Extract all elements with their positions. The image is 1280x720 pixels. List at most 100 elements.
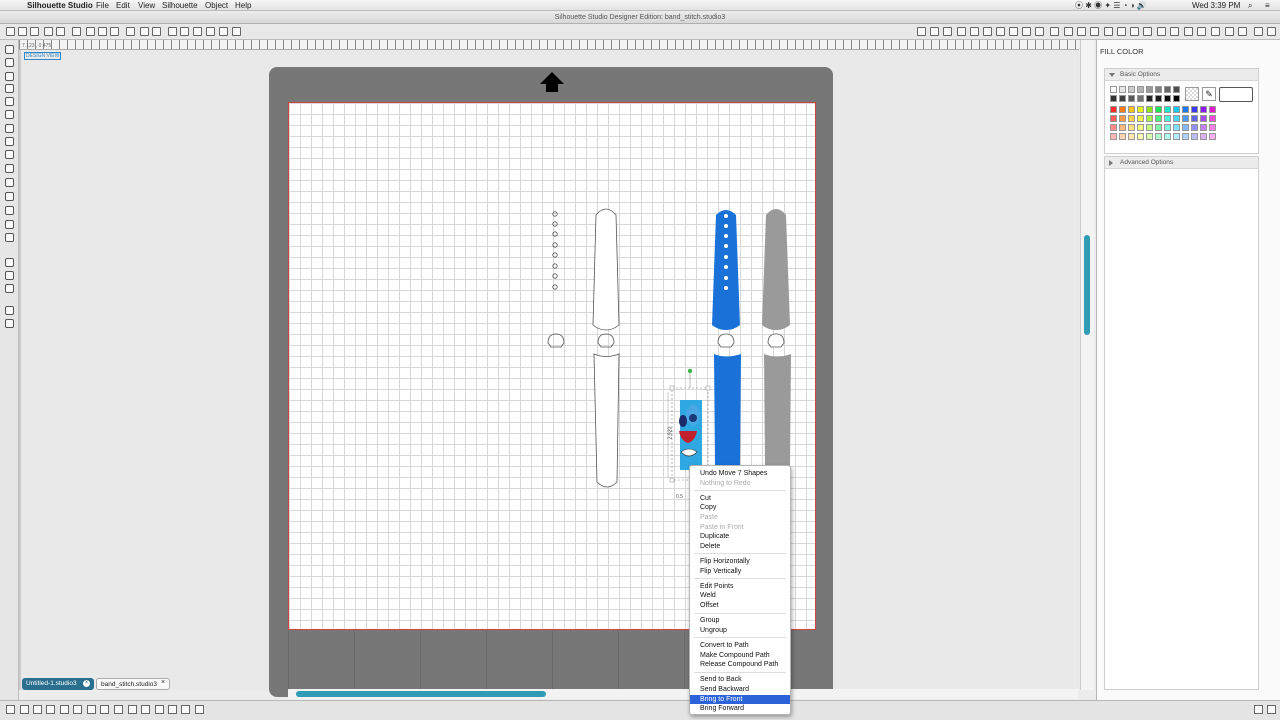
color-swatch[interactable] — [1137, 133, 1144, 140]
shadow-icon[interactable] — [1022, 27, 1031, 36]
replicate-icon[interactable] — [1077, 27, 1086, 36]
color-swatch[interactable] — [1137, 124, 1144, 131]
vertical-scrollbar[interactable] — [1080, 40, 1094, 690]
color-swatch[interactable] — [1164, 133, 1171, 140]
color-swatch[interactable] — [1128, 133, 1135, 140]
advanced-options-header[interactable]: Advanced Options — [1105, 157, 1258, 169]
cut-icon[interactable] — [86, 27, 95, 36]
settings-icon[interactable] — [1254, 27, 1263, 36]
pan-icon[interactable] — [168, 27, 177, 36]
compound-path-icon[interactable] — [60, 705, 69, 714]
color-swatch[interactable] — [1128, 115, 1135, 122]
color-swatch[interactable] — [1155, 86, 1162, 93]
library-panel-icon[interactable] — [1211, 27, 1220, 36]
trash-icon[interactable] — [1267, 705, 1276, 714]
trace-icon[interactable] — [1117, 27, 1126, 36]
offset-bottom-icon[interactable] — [141, 705, 150, 714]
color-swatch[interactable] — [1128, 95, 1135, 102]
color-swatch[interactable] — [1128, 86, 1135, 93]
regular-polygon-icon[interactable] — [5, 192, 14, 201]
color-swatch[interactable] — [1110, 124, 1117, 131]
menu-item-ungroup[interactable]: Ungroup — [690, 626, 790, 636]
color-swatch[interactable] — [1155, 115, 1162, 122]
color-swatch[interactable] — [1110, 106, 1117, 113]
cut-settings-icon[interactable] — [1184, 27, 1193, 36]
menu-edit[interactable]: Edit — [116, 0, 130, 11]
color-swatch[interactable] — [1128, 124, 1135, 131]
menu-item-bring-forward[interactable]: Bring Forward — [690, 704, 790, 714]
color-swatch[interactable] — [1200, 133, 1207, 140]
color-swatch[interactable] — [1110, 133, 1117, 140]
band-gray-clasp[interactable] — [767, 333, 785, 348]
color-swatch[interactable] — [1146, 106, 1153, 113]
design-view-icon[interactable] — [5, 284, 14, 293]
color-swatch[interactable] — [1200, 115, 1207, 122]
menu-item-offset[interactable]: Offset — [690, 601, 790, 611]
color-swatch[interactable] — [1173, 95, 1180, 102]
color-swatch[interactable] — [1173, 133, 1180, 140]
menu-item-cut[interactable]: Cut — [690, 494, 790, 504]
eyedropper-icon[interactable]: ✎ — [1202, 87, 1216, 101]
menu-item-flip-vertically[interactable]: Flip Vertically — [690, 567, 790, 577]
color-swatch[interactable] — [1200, 106, 1207, 113]
print-icon[interactable] — [72, 27, 81, 36]
text-to-path-icon[interactable] — [168, 705, 177, 714]
effects-icon[interactable] — [1035, 27, 1044, 36]
close-tab-icon[interactable]: × — [161, 679, 165, 686]
transparent-swatch[interactable] — [1185, 87, 1199, 101]
media-icon[interactable] — [1238, 27, 1247, 36]
fill-pattern-icon[interactable] — [996, 27, 1005, 36]
send-to-silhouette-icon[interactable] — [1197, 27, 1206, 36]
menu-item-make-compound-path[interactable]: Make Compound Path — [690, 651, 790, 661]
search-icon[interactable]: ⌕ — [1248, 0, 1252, 11]
color-swatch[interactable] — [1173, 106, 1180, 113]
band-outline-clasp[interactable] — [597, 333, 615, 348]
color-swatch[interactable] — [1110, 95, 1117, 102]
color-swatch[interactable] — [1146, 124, 1153, 131]
color-swatch[interactable] — [1155, 133, 1162, 140]
menu-item-bring-to-front[interactable]: Bring to Front — [690, 694, 790, 705]
layers-icon[interactable] — [5, 306, 14, 315]
color-swatch[interactable] — [1137, 86, 1144, 93]
fill-color-icon[interactable] — [957, 27, 966, 36]
text-style-icon[interactable] — [1050, 27, 1059, 36]
color-swatch[interactable] — [1191, 133, 1198, 140]
clasp-shape[interactable] — [547, 333, 565, 348]
smooth-freehand-icon[interactable] — [5, 178, 14, 187]
color-swatch[interactable] — [1164, 106, 1171, 113]
horizontal-scroll-thumb[interactable] — [296, 691, 546, 697]
color-swatch[interactable] — [1119, 115, 1126, 122]
duplicate-icon[interactable] — [100, 705, 109, 714]
select-all-icon[interactable] — [6, 705, 15, 714]
paste-icon[interactable] — [110, 27, 119, 36]
mirror-icon[interactable] — [114, 705, 123, 714]
list-icon[interactable]: ≡ — [1265, 0, 1270, 11]
points-icon[interactable] — [1225, 27, 1234, 36]
zoom-box-icon[interactable] — [206, 27, 215, 36]
zoom-drag-icon[interactable] — [219, 27, 228, 36]
color-swatch[interactable] — [1110, 115, 1117, 122]
store-tool-icon[interactable] — [5, 271, 14, 280]
color-swatch[interactable] — [1137, 115, 1144, 122]
preferences-icon[interactable] — [1267, 27, 1276, 36]
trace-bottom-icon[interactable] — [155, 705, 164, 714]
ungroup-icon[interactable] — [46, 705, 55, 714]
ellipse-tool-icon[interactable] — [5, 110, 14, 119]
menu-item-delete[interactable]: Delete — [690, 542, 790, 552]
vertical-scroll-thumb[interactable] — [1084, 235, 1090, 335]
menu-item-copy[interactable]: Copy — [690, 503, 790, 513]
freehand-tool-icon[interactable] — [5, 164, 14, 173]
rectangle-tool-icon[interactable] — [5, 84, 14, 93]
close-tab-icon[interactable]: × — [83, 680, 90, 687]
undo-icon[interactable] — [140, 27, 149, 36]
color-swatch[interactable] — [1119, 86, 1126, 93]
menu-item-send-to-back[interactable]: Send to Back — [690, 675, 790, 685]
menu-item-flip-horizontally[interactable]: Flip Horizontally — [690, 557, 790, 567]
line-style-icon[interactable] — [983, 27, 992, 36]
color-swatch[interactable] — [1164, 115, 1171, 122]
menu-item-duplicate[interactable]: Duplicate — [690, 532, 790, 542]
color-swatch[interactable] — [1137, 106, 1144, 113]
color-swatch[interactable] — [1164, 86, 1171, 93]
zoom-in-icon[interactable] — [180, 27, 189, 36]
color-swatch[interactable] — [1173, 86, 1180, 93]
